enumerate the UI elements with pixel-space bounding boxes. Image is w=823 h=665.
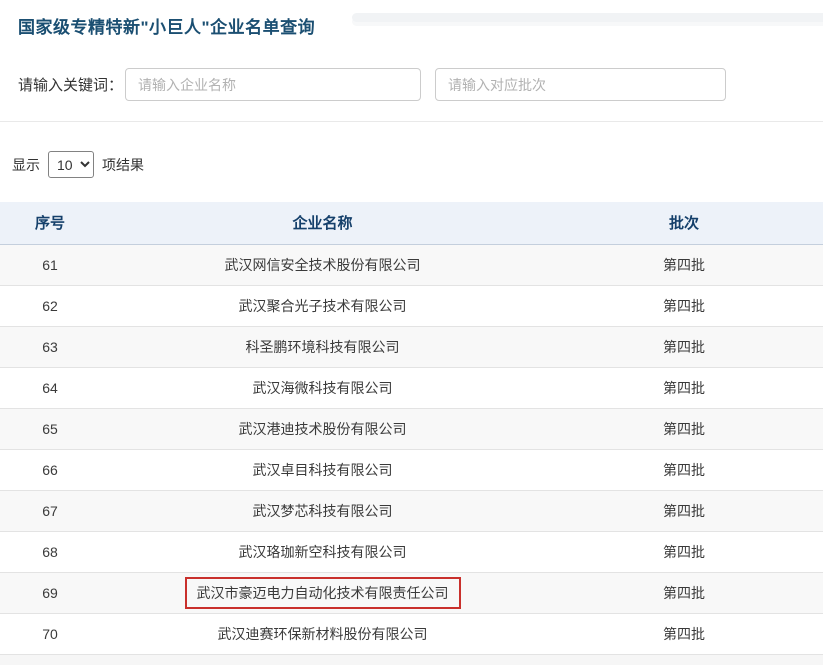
row-company-name-highlighted: 武汉市豪迈电力自动化技术有限责任公司 — [185, 577, 461, 609]
results-table: 序号 企业名称 批次 61 武汉网信安全技术股份有限公司 第四批 62 武汉聚合… — [0, 202, 823, 655]
page-size-prefix-label: 显示 — [12, 155, 40, 175]
row-no: 67 — [0, 490, 100, 531]
row-company-name: 武汉梦芯科技有限公司 — [253, 503, 393, 519]
column-header-no[interactable]: 序号 — [0, 202, 100, 244]
row-batch: 第四批 — [545, 449, 823, 490]
column-header-batch[interactable]: 批次 — [545, 202, 823, 244]
page-size-select[interactable]: 10 — [48, 151, 94, 178]
table-row: 70 武汉迪赛环保新材料股份有限公司 第四批 — [0, 613, 823, 654]
page-title: 国家级专精特新"小巨人"企业名单查询 — [18, 13, 315, 38]
partial-next-row — [0, 655, 823, 665]
table-row: 68 武汉珞珈新空科技有限公司 第四批 — [0, 531, 823, 572]
row-company-name: 武汉卓目科技有限公司 — [253, 462, 393, 478]
table-row: 65 武汉港迪技术股份有限公司 第四批 — [0, 408, 823, 449]
search-bar: 请输入关键词： — [0, 68, 823, 101]
row-company-name: 科圣鹏环境科技有限公司 — [246, 339, 400, 355]
row-batch: 第四批 — [545, 326, 823, 367]
table-body: 61 武汉网信安全技术股份有限公司 第四批 62 武汉聚合光子技术有限公司 第四… — [0, 244, 823, 654]
row-no: 69 — [0, 572, 100, 613]
section-divider — [0, 121, 823, 122]
row-company-name: 武汉港迪技术股份有限公司 — [239, 421, 407, 437]
row-batch: 第四批 — [545, 408, 823, 449]
row-no: 68 — [0, 531, 100, 572]
row-batch: 第四批 — [545, 572, 823, 613]
page-size-suffix-label: 项结果 — [102, 155, 144, 175]
table-row: 62 武汉聚合光子技术有限公司 第四批 — [0, 285, 823, 326]
batch-input[interactable] — [435, 68, 726, 101]
page-size-control: 显示 10 项结果 — [0, 151, 823, 178]
row-company-name: 武汉迪赛环保新材料股份有限公司 — [218, 626, 428, 642]
row-batch: 第四批 — [545, 490, 823, 531]
row-no: 70 — [0, 613, 100, 654]
row-company-name: 武汉珞珈新空科技有限公司 — [239, 544, 407, 560]
table-row: 63 科圣鹏环境科技有限公司 第四批 — [0, 326, 823, 367]
row-batch: 第四批 — [545, 244, 823, 285]
row-no: 65 — [0, 408, 100, 449]
row-no: 63 — [0, 326, 100, 367]
row-batch: 第四批 — [545, 367, 823, 408]
table-row: 69 武汉市豪迈电力自动化技术有限责任公司 第四批 — [0, 572, 823, 613]
row-company-name: 武汉海微科技有限公司 — [253, 380, 393, 396]
row-batch: 第四批 — [545, 613, 823, 654]
row-no: 64 — [0, 367, 100, 408]
title-divider-strip — [352, 13, 823, 22]
table-row: 66 武汉卓目科技有限公司 第四批 — [0, 449, 823, 490]
row-no: 61 — [0, 244, 100, 285]
row-company-name: 武汉聚合光子技术有限公司 — [239, 298, 407, 314]
table-row: 61 武汉网信安全技术股份有限公司 第四批 — [0, 244, 823, 285]
column-header-company-name[interactable]: 企业名称 — [100, 202, 545, 244]
row-batch: 第四批 — [545, 531, 823, 572]
table-row: 67 武汉梦芯科技有限公司 第四批 — [0, 490, 823, 531]
row-batch: 第四批 — [545, 285, 823, 326]
row-company-name: 武汉网信安全技术股份有限公司 — [225, 257, 421, 273]
table-header-row: 序号 企业名称 批次 — [0, 202, 823, 244]
row-no: 66 — [0, 449, 100, 490]
company-name-input[interactable] — [125, 68, 421, 101]
search-keyword-label: 请输入关键词： — [18, 74, 123, 95]
row-no: 62 — [0, 285, 100, 326]
table-row: 64 武汉海微科技有限公司 第四批 — [0, 367, 823, 408]
